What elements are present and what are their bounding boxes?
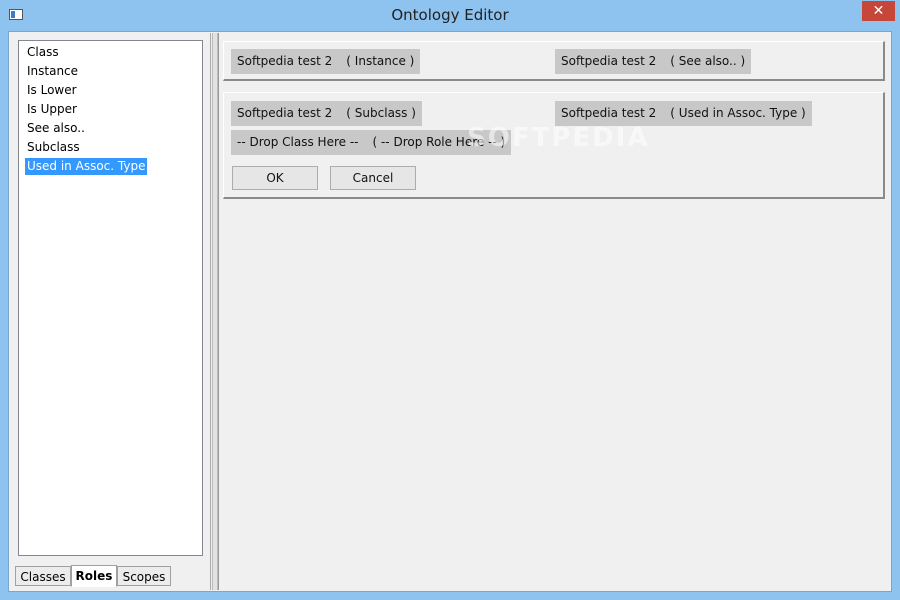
chip-class-name: Softpedia test 2	[561, 106, 657, 120]
drop-target-chip[interactable]: -- Drop Class Here -- ( -- Drop Role Here…	[231, 130, 512, 155]
drop-class-target[interactable]: -- Drop Class Here --	[237, 135, 358, 149]
ok-button[interactable]: OK	[232, 166, 318, 190]
list-item-used-in-assoc-type[interactable]: Used in Assoc. Type	[25, 158, 148, 175]
list-item-class[interactable]: Class	[25, 44, 61, 61]
list-item-instance[interactable]: Instance	[25, 63, 80, 80]
edit-association-panel: Softpedia test 2 ( Subclass ) Softpedia t…	[223, 92, 885, 199]
chip-class-name: Softpedia test 2	[237, 106, 333, 120]
title-bar[interactable]: Ontology Editor ✕	[0, 0, 900, 31]
list-item-is-upper[interactable]: Is Upper	[25, 101, 79, 118]
drop-role-target[interactable]: ( -- Drop Role Here -- )	[372, 135, 505, 149]
left-pane: Class Instance Is Lower Is Upper See als…	[10, 33, 211, 590]
chip-class-name: Softpedia test 2	[237, 54, 333, 68]
chip-class-name: Softpedia test 2	[561, 54, 657, 68]
association-chip-subclass[interactable]: Softpedia test 2 ( Subclass )	[231, 101, 422, 126]
close-icon: ✕	[872, 3, 885, 19]
chip-role-name: ( Subclass )	[346, 106, 416, 120]
list-item-subclass[interactable]: Subclass	[25, 139, 82, 156]
association-chip-instance[interactable]: Softpedia test 2 ( Instance )	[231, 49, 421, 74]
association-chip-see-also[interactable]: Softpedia test 2 ( See also.. )	[555, 49, 752, 74]
list-item-see-also[interactable]: See also..	[25, 120, 87, 137]
ontology-editor-window: Ontology Editor ✕ Class Instance Is Lowe…	[0, 0, 900, 600]
right-pane: Softpedia test 2 ( Instance ) Softpedia t…	[218, 33, 891, 590]
list-item-is-lower[interactable]: Is Lower	[25, 82, 79, 99]
chip-role-name: ( See also.. )	[670, 54, 746, 68]
window-title: Ontology Editor	[391, 6, 509, 24]
chip-role-name: ( Instance )	[346, 54, 415, 68]
associations-panel: Softpedia test 2 ( Instance ) Softpedia t…	[223, 41, 885, 81]
close-button[interactable]: ✕	[862, 1, 895, 21]
association-chip-used-in-assoc-type[interactable]: Softpedia test 2 ( Used in Assoc. Type )	[555, 101, 812, 126]
chip-role-name: ( Used in Assoc. Type )	[670, 106, 806, 120]
tab-roles[interactable]: Roles	[71, 565, 117, 587]
tab-scopes[interactable]: Scopes	[117, 566, 171, 586]
tab-classes[interactable]: Classes	[15, 566, 71, 586]
roles-list[interactable]: Class Instance Is Lower Is Upper See als…	[18, 40, 203, 556]
client-area: Class Instance Is Lower Is Upper See als…	[8, 31, 892, 592]
cancel-button[interactable]: Cancel	[330, 166, 416, 190]
